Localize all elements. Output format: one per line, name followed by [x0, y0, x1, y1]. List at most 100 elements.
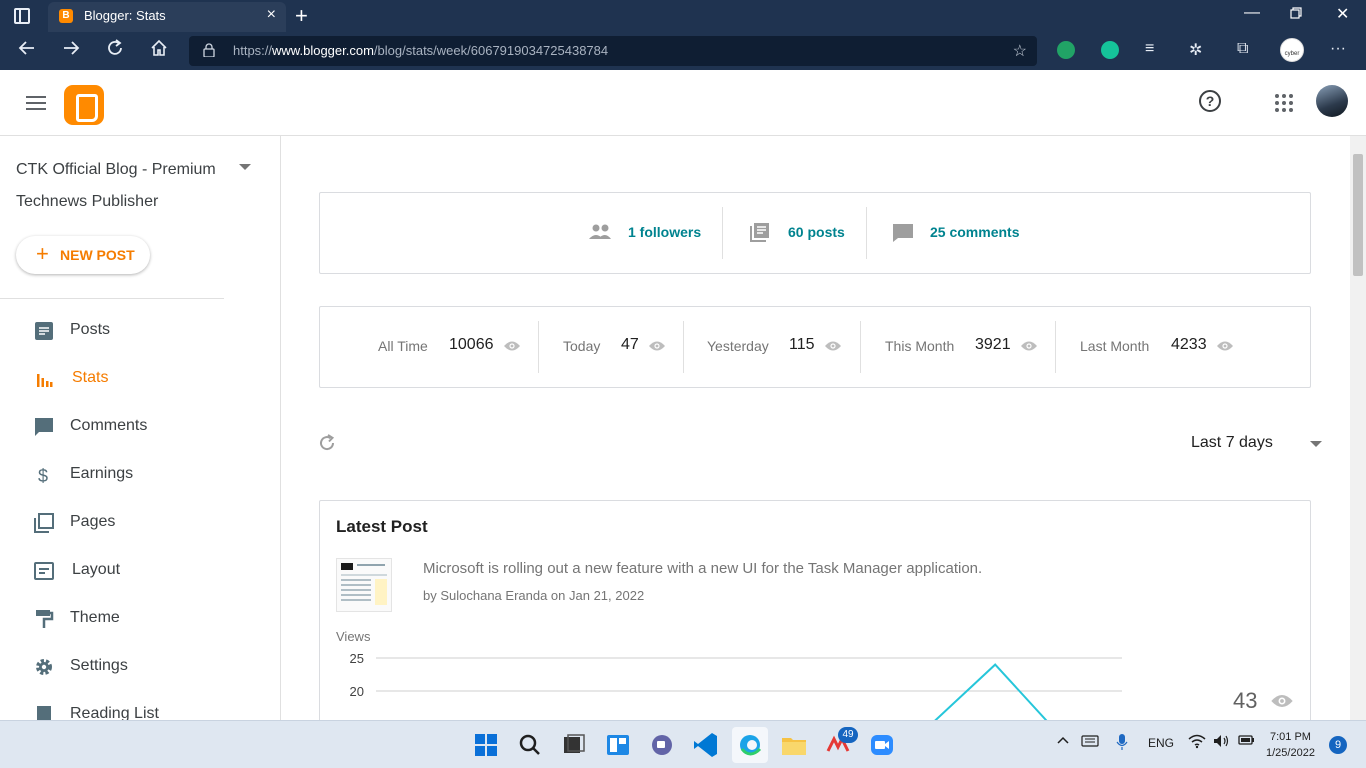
stat-value: 10066 [449, 336, 494, 353]
blogger-logo-icon[interactable] [64, 85, 104, 125]
page-scrollbar[interactable] [1350, 136, 1366, 720]
url-text: https://www.blogger.com/blog/stats/week/… [233, 43, 609, 58]
eye-icon [1217, 341, 1233, 351]
help-icon[interactable]: ? [1199, 90, 1221, 112]
account-avatar[interactable] [1316, 85, 1348, 117]
summary-divider [866, 207, 867, 259]
extensions-icon[interactable]: ✲ [1189, 40, 1202, 60]
check-extension-icon[interactable] [1057, 41, 1075, 59]
collections-icon[interactable]: ⧉ [1237, 40, 1248, 58]
new-post-label: NEW POST [60, 247, 135, 263]
reading-list-icon [37, 706, 51, 720]
new-tab-icon[interactable]: + [295, 3, 308, 29]
microphone-icon[interactable] [1116, 733, 1128, 754]
layout-icon [34, 562, 54, 580]
address-bar[interactable]: https://www.blogger.com/blog/stats/week/… [189, 36, 1037, 66]
stat-label: Yesterday [707, 338, 769, 354]
eye-icon [1021, 341, 1037, 351]
refresh-stats-icon[interactable] [318, 434, 336, 452]
file-explorer-icon[interactable] [776, 727, 812, 763]
stat-label: Today [563, 338, 601, 354]
favorites-icon[interactable]: ☆ [1013, 41, 1027, 61]
sidebar-item-label: Comments [70, 417, 148, 434]
scrollbar-thumb[interactable] [1353, 154, 1363, 276]
sidebar-item-pages[interactable]: Pages [0, 499, 280, 547]
wifi-icon[interactable] [1188, 733, 1206, 752]
y-tick-label: 20 [350, 684, 364, 699]
stat-divider [1055, 321, 1056, 373]
home-icon[interactable] [150, 39, 168, 62]
sidebar-item-settings[interactable]: Settings [0, 643, 280, 691]
comments-count: 25 comments [930, 224, 1020, 240]
sidebar-item-layout[interactable]: Layout [0, 547, 280, 595]
keyboard-icon[interactable] [1081, 735, 1099, 750]
earnings-icon: $ [38, 466, 48, 485]
tab-actions-icon[interactable] [14, 8, 30, 24]
stat-label: This Month [885, 338, 955, 354]
search-icon[interactable] [512, 727, 548, 763]
volume-icon[interactable] [1212, 733, 1230, 752]
new-post-button[interactable]: + NEW POST [16, 236, 150, 274]
eye-icon [649, 341, 665, 351]
stat-divider [683, 321, 684, 373]
zoom-icon[interactable] [864, 727, 900, 763]
close-window-icon[interactable]: ✕ [1336, 4, 1349, 24]
blogger-favicon-icon: B [59, 9, 73, 23]
refresh-icon[interactable] [106, 39, 124, 62]
settings-icon [36, 659, 52, 675]
sidebar-item-theme[interactable]: Theme [0, 595, 280, 643]
svg-text:$: $ [38, 466, 48, 485]
system-clock[interactable]: 7:01 PM 1/25/2022 [1266, 729, 1315, 761]
minimize-icon[interactable]: — [1244, 4, 1260, 22]
maximize-icon[interactable] [1290, 6, 1302, 24]
chat-icon[interactable] [644, 727, 680, 763]
forward-icon[interactable] [62, 39, 80, 62]
y-tick-label: 25 [350, 651, 364, 666]
edge-taskbar-item[interactable] [732, 727, 768, 763]
latest-post-card: Latest Post Microsoft is rolling out a n… [319, 500, 1311, 720]
menu-icon[interactable] [26, 96, 46, 110]
blog-selector[interactable]: CTK Official Blog - Premium Technews Pub… [16, 154, 226, 218]
reading-view-icon[interactable]: ≡ [1145, 40, 1154, 58]
vscode-icon[interactable] [688, 727, 724, 763]
task-view-icon[interactable] [556, 727, 592, 763]
lock-icon[interactable] [203, 43, 215, 57]
tab-close-icon[interactable]: × [267, 6, 276, 24]
stat-value: 4233 [1171, 336, 1207, 353]
date-range-dropdown-icon[interactable] [1310, 441, 1322, 447]
blog-dropdown-icon[interactable] [239, 164, 251, 170]
date-range-select[interactable]: Last 7 days [1191, 434, 1273, 452]
latest-post-heading: Latest Post [336, 517, 428, 536]
sidebar-item-comments[interactable]: Comments [0, 403, 280, 451]
sidebar-item-stats[interactable]: Stats [0, 355, 280, 403]
back-icon[interactable] [18, 39, 36, 62]
widgets-icon[interactable] [600, 727, 636, 763]
sidebar-item-posts[interactable]: Posts [0, 307, 280, 355]
notification-badge[interactable]: 9 [1329, 736, 1347, 754]
people-icon [589, 224, 611, 239]
apps-grid-icon[interactable] [1275, 94, 1293, 112]
show-hidden-icons-icon[interactable] [1056, 733, 1070, 750]
profile-avatar[interactable]: cyber [1280, 38, 1304, 62]
more-icon[interactable]: ··· [1330, 40, 1346, 58]
sidebar-item-label: Pages [70, 513, 116, 530]
browser-tab[interactable]: B Blogger: Stats × [48, 2, 286, 32]
pageviews-card: All Time 10066 Today 47 Yesterday 115 Th… [319, 306, 1311, 388]
language-indicator[interactable]: ENG [1148, 736, 1174, 750]
sidebar: CTK Official Blog - Premium Technews Pub… [0, 136, 281, 720]
start-icon[interactable] [468, 727, 504, 763]
edge-icon [740, 735, 762, 756]
views-series-line [934, 663, 1048, 720]
latest-post-byline: by Sulochana Eranda on Jan 21, 2022 [423, 588, 645, 603]
stat-divider [860, 321, 861, 373]
clock-time: 7:01 PM [1269, 731, 1311, 743]
sidebar-item-earnings[interactable]: $ Earnings [0, 451, 280, 499]
latest-post-title[interactable]: Microsoft is rolling out a new feature w… [423, 560, 982, 577]
post-thumbnail-image [341, 563, 387, 605]
battery-icon[interactable] [1237, 733, 1255, 750]
sidebar-item-reading-list[interactable]: Reading List [0, 691, 280, 720]
comments-icon [35, 418, 53, 436]
grammarly-icon[interactable] [1101, 41, 1119, 59]
main-content: 1 followers 60 posts 25 comments All Tim… [281, 136, 1350, 720]
post-thumbnail[interactable] [336, 558, 392, 612]
